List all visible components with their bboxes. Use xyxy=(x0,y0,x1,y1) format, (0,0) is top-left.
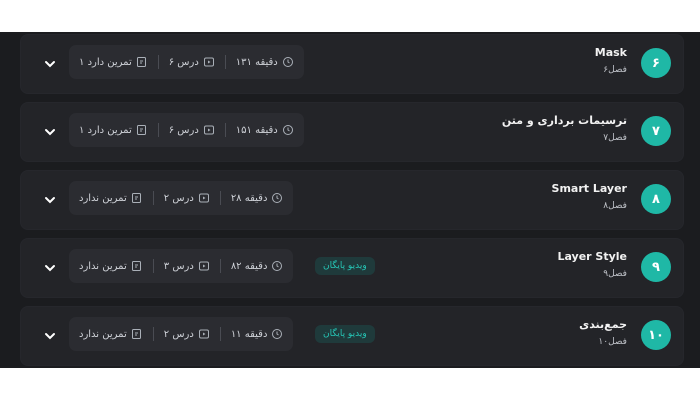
chapter-meta: تمرین ندارد ۲ درس ۱۱ دقیقه xyxy=(69,317,294,351)
duration-info: ۱۵۱ دقیقه xyxy=(236,124,294,136)
chevron-down-icon[interactable] xyxy=(43,57,57,71)
lessons-info: ۶ درس xyxy=(169,56,215,68)
exercise-icon xyxy=(136,125,146,135)
exercises-info: تمرین ندارد xyxy=(79,260,143,272)
exercise-icon xyxy=(131,329,141,339)
lessons-info: ۲ درس xyxy=(164,328,210,340)
chapter-number-badge: ۹ xyxy=(641,252,671,282)
exercises-info: تمرین ندارد xyxy=(79,192,143,204)
video-badge: ویدیو پایگان xyxy=(315,325,375,343)
divider xyxy=(157,123,159,137)
lessons-text: ۳ درس xyxy=(163,260,194,272)
video-icon xyxy=(198,193,209,203)
chapter-number-badge: ۱۰ xyxy=(641,320,671,350)
chapter-title: Layer Style xyxy=(557,250,627,263)
divider xyxy=(224,55,226,69)
chapter-meta: ۱ تمرین دارد ۶ درس ۱۳۱ دقیقه xyxy=(69,45,304,79)
chapter-subtitle: فصل۱۰ xyxy=(598,337,627,347)
video-badge: ویدیو پایگان xyxy=(315,257,375,275)
chapter-title: ترسیمات برداری و متن xyxy=(501,114,627,127)
duration-text: ۱۳۱ دقیقه xyxy=(235,56,278,68)
lessons-text: ۲ درس xyxy=(163,328,194,340)
exercise-icon xyxy=(136,57,146,67)
chapter-subtitle: فصل۹ xyxy=(603,269,627,279)
chevron-down-icon[interactable] xyxy=(43,329,57,343)
exercises-text: تمرین ندارد xyxy=(79,192,127,204)
chapter-number-badge: ۶ xyxy=(641,48,671,78)
chapter-row[interactable]: تمرین ندارد ۳ درس ۸۲ دقیقه ویدیو پایگان … xyxy=(20,238,684,298)
video-icon xyxy=(198,261,209,271)
duration-info: ۱۱ دقیقه xyxy=(231,328,284,340)
chapter-title: Mask xyxy=(594,46,627,59)
chapter-row[interactable]: ۱ تمرین دارد ۶ درس ۱۵۱ دقیقه ترسیمات برد… xyxy=(20,102,684,162)
chapter-row[interactable]: ۱ تمرین دارد ۶ درس ۱۳۱ دقیقه Mask فصل۶ ۶ xyxy=(20,34,684,94)
duration-info: ۲۸ دقیقه xyxy=(231,192,284,204)
divider xyxy=(152,327,154,341)
divider xyxy=(152,191,154,205)
duration-info: ۱۳۱ دقیقه xyxy=(236,56,294,68)
exercises-text: ۱ تمرین دارد xyxy=(79,56,132,68)
exercises-text: تمرین ندارد xyxy=(79,328,127,340)
chapter-meta: تمرین ندارد ۲ درس ۲۸ دقیقه xyxy=(69,181,294,215)
chapter-number-badge: ۸ xyxy=(641,184,671,214)
divider xyxy=(219,259,221,273)
chapter-row[interactable]: تمرین ندارد ۲ درس ۱۱ دقیقه ویدیو پایگان … xyxy=(20,306,684,366)
clock-icon xyxy=(282,125,293,135)
video-icon xyxy=(203,125,214,135)
divider xyxy=(224,123,226,137)
exercises-text: تمرین ندارد xyxy=(79,260,127,272)
duration-info: ۸۲ دقیقه xyxy=(231,260,284,272)
divider xyxy=(157,55,159,69)
duration-text: ۱۱ دقیقه xyxy=(230,328,268,340)
clock-icon xyxy=(272,261,283,271)
chapter-list: ۱ تمرین دارد ۶ درس ۱۳۱ دقیقه Mask فصل۶ ۶… xyxy=(0,32,700,368)
chapter-subtitle: فصل۶ xyxy=(603,65,627,75)
lessons-text: ۶ درس xyxy=(168,124,199,136)
lessons-text: ۲ درس xyxy=(163,192,194,204)
duration-text: ۸۲ دقیقه xyxy=(230,260,268,272)
chapter-subtitle: فصل۸ xyxy=(603,201,627,211)
chapter-subtitle: فصل۷ xyxy=(603,133,627,143)
duration-text: ۲۸ دقیقه xyxy=(230,192,268,204)
chapter-meta: ۱ تمرین دارد ۶ درس ۱۵۱ دقیقه xyxy=(69,113,304,147)
chevron-down-icon[interactable] xyxy=(43,193,57,207)
lessons-info: ۶ درس xyxy=(169,124,215,136)
clock-icon xyxy=(282,57,293,67)
lessons-text: ۶ درس xyxy=(168,56,199,68)
chevron-down-icon[interactable] xyxy=(43,125,57,139)
lessons-info: ۲ درس xyxy=(164,192,210,204)
exercise-icon xyxy=(131,261,141,271)
exercises-info: ۱ تمرین دارد xyxy=(79,124,148,136)
exercises-info: تمرین ندارد xyxy=(79,328,143,340)
chevron-down-icon[interactable] xyxy=(43,261,57,275)
duration-text: ۱۵۱ دقیقه xyxy=(235,124,278,136)
chapter-title: جمع‌بندی xyxy=(579,318,627,331)
chapter-meta: تمرین ندارد ۳ درس ۸۲ دقیقه xyxy=(69,249,294,283)
chapter-row[interactable]: تمرین ندارد ۲ درس ۲۸ دقیقه Smart Layer ف… xyxy=(20,170,684,230)
video-icon xyxy=(203,57,214,67)
chapter-title: Smart Layer xyxy=(551,182,627,195)
chapter-number-badge: ۷ xyxy=(641,116,671,146)
video-icon xyxy=(198,329,209,339)
clock-icon xyxy=(272,329,283,339)
divider xyxy=(152,259,154,273)
exercises-info: ۱ تمرین دارد xyxy=(79,56,148,68)
exercises-text: ۱ تمرین دارد xyxy=(79,124,132,136)
exercise-icon xyxy=(131,193,141,203)
clock-icon xyxy=(272,193,283,203)
lessons-info: ۳ درس xyxy=(164,260,210,272)
divider xyxy=(219,191,221,205)
divider xyxy=(219,327,221,341)
